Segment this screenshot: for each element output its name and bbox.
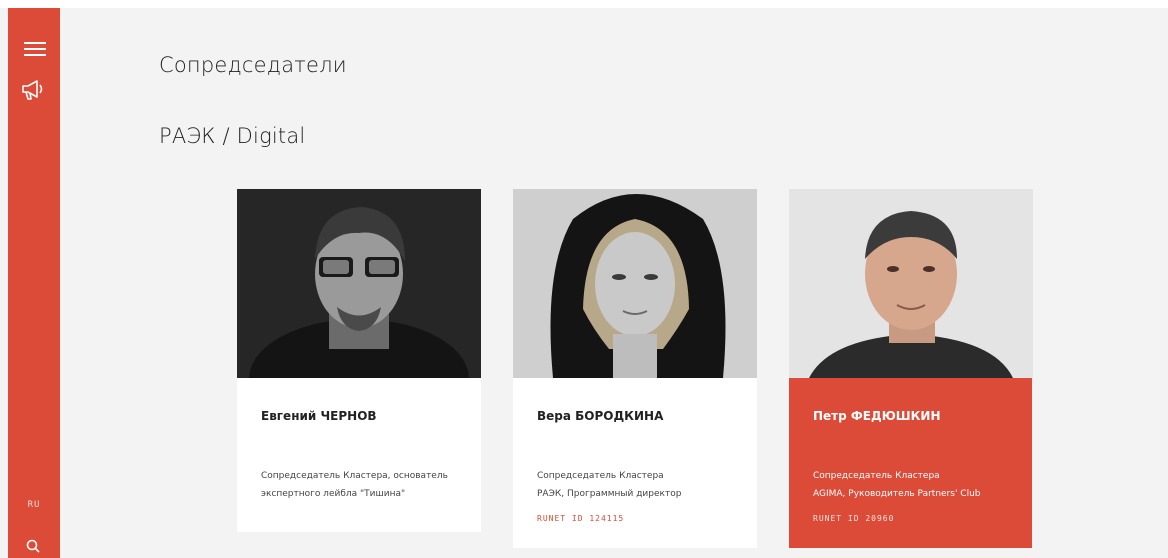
hamburger-menu-icon[interactable] [24,42,46,60]
person-card[interactable]: Петр ФЕДЮШКИН Сопредседатель Кластера AG… [789,189,1033,548]
person-photo [237,189,481,378]
person-role: Сопредседатель Кластера AGIMA, Руководит… [813,471,981,499]
person-name: Евгений ЧЕРНОВ [261,409,377,423]
person-card[interactable]: Евгений ЧЕРНОВ Сопредседатель Кластера, … [237,189,481,532]
language-switch[interactable]: RU [8,500,60,510]
sidebar: RU [8,8,60,558]
megaphone-icon[interactable] [20,76,46,102]
person-name: Петр ФЕДЮШКИН [813,409,941,423]
runet-id-link[interactable]: RUNET ID 20960 [813,514,894,523]
section-title: РАЭК / Digital [159,124,306,148]
person-name: Вера БОРОДКИНА [537,409,664,423]
person-card[interactable]: Вера БОРОДКИНА Сопредседатель Кластера Р… [513,189,757,548]
runet-id-link[interactable]: RUNET ID 124115 [537,514,624,523]
person-photo [513,189,757,378]
page-title: Сопредседатели [159,53,347,77]
person-role: Сопредседатель Кластера, основатель эксп… [261,471,448,499]
person-photo [789,189,1033,378]
person-role: Сопредседатель Кластера РАЭК, Программны… [537,471,682,499]
search-icon[interactable] [25,538,41,554]
